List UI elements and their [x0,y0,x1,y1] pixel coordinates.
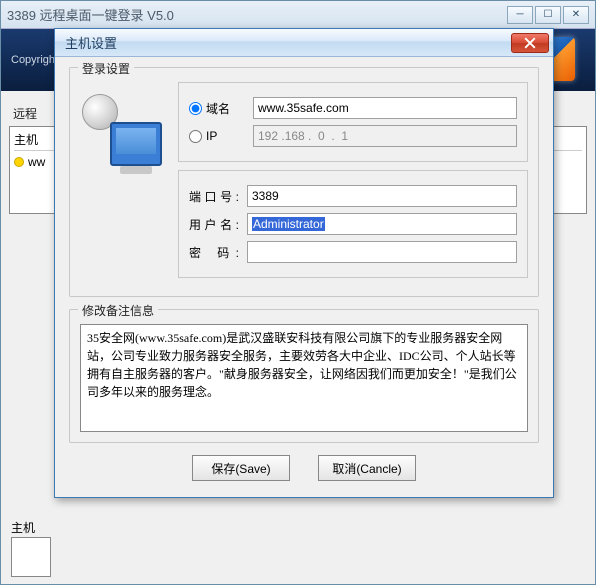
dialog-body: 登录设置 域名 [55,57,553,497]
host-box [11,537,51,577]
maximize-button[interactable]: ☐ [535,6,561,24]
remark-group: 修改备注信息 35安全网(www.35safe.com)是武汉盛联安科技有限公司… [69,309,539,443]
password-label: 密 码: [189,244,239,261]
ip-radio-label: IP [206,129,217,143]
main-titlebar: 3389 远程桌面一键登录 V5.0 ─ ☐ ✕ [1,1,595,29]
close-main-button[interactable]: ✕ [563,6,589,24]
cancel-button[interactable]: 取消(Cancle) [318,455,416,481]
credentials-box: 端口号: 用户名: Administrator 密 码: [178,170,528,278]
domain-radio[interactable]: 域名 [189,100,245,117]
host-settings-dialog: 主机设置 登录设置 域名 [54,28,554,498]
domain-radio-input[interactable] [189,102,202,115]
dialog-title: 主机设置 [65,33,511,52]
button-row: 保存(Save) 取消(Cancle) [69,455,539,481]
port-input[interactable] [247,185,517,207]
remark-legend: 修改备注信息 [78,302,158,319]
login-group-legend: 登录设置 [78,60,134,77]
port-label: 端口号: [189,188,239,205]
main-title: 3389 远程桌面一键登录 V5.0 [7,5,505,24]
list-item-text: ww [28,155,45,169]
domain-input[interactable] [253,97,517,119]
ip-radio-input[interactable] [189,130,202,143]
password-input[interactable] [247,241,517,263]
domain-radio-label: 域名 [206,100,230,117]
dialog-titlebar: 主机设置 [55,29,553,57]
status-dot-icon [14,157,24,167]
address-box: 域名 IP [178,82,528,162]
login-settings-group: 登录设置 域名 [69,67,539,297]
save-button[interactable]: 保存(Save) [192,455,290,481]
username-label: 用户名: [189,216,239,233]
remark-textarea[interactable]: 35安全网(www.35safe.com)是武汉盛联安科技有限公司旗下的专业服务… [80,324,528,432]
ip-input [253,125,517,147]
close-button[interactable] [511,33,549,53]
host-label: 主机 [11,519,35,536]
remote-desktop-icon [82,88,164,170]
ip-radio[interactable]: IP [189,129,245,143]
minimize-button[interactable]: ─ [507,6,533,24]
close-icon [524,37,536,49]
username-input[interactable]: Administrator [247,213,517,235]
